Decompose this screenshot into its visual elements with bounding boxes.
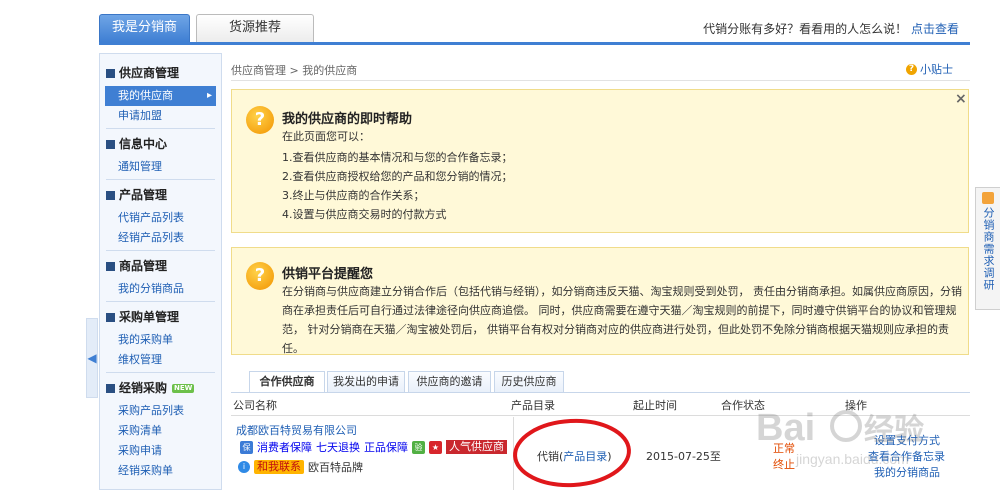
top-promo: 代销分账有多好？看看用的人怎么说！ 点击查看 [703,20,959,37]
sidebar-group-title: 商品管理 [119,259,168,273]
help-box-supplier: ? 我的供应商的即时帮助 在此页面您可以： 1.查看供应商的基本情况和与您的合作… [231,89,969,233]
help-line: 2.查看供应商授权给您的产品和您分销的情况； [282,170,513,183]
sidebar: 供应商管理 我的供应商 申请加盟 信息中心 通知管理 产品管理 代销产品列表 经… [99,53,222,490]
sidebar-item-purchase-list[interactable]: 采购清单 [100,421,221,441]
sidebar-item-consign-products[interactable]: 代销产品列表 [100,208,221,228]
square-bullet-icon [106,139,115,149]
sidebar-group-title: 信息中心 [119,137,168,151]
question-icon: ? [246,262,274,290]
verified-icon: 验 [412,440,425,454]
sidebar-divider [106,179,215,180]
column-header-company: 公司名称 [233,399,277,412]
badge-popular-supplier: 人气供应商 [446,440,507,454]
sidebar-item-dealer-purchase-orders[interactable]: 经销采购单 [100,461,221,481]
column-header-actions: 操作 [845,399,867,412]
column-header-period: 起止时间 [633,399,677,412]
promo-link[interactable]: 点击查看 [911,22,959,36]
column-header-status: 合作状态 [721,399,765,412]
sub-tab-rule [231,392,970,393]
my-distribution-goods-link[interactable]: 我的分销商品 [874,464,940,480]
badge-genuine-guarantee[interactable]: 正品保障 [364,439,408,455]
sidebar-item-dealer-products[interactable]: 经销产品列表 [100,228,221,248]
help-line: 3.终止与供应商的合作关系； [282,189,425,202]
square-bullet-icon [106,68,115,78]
breadcrumb: 供应商管理 > 我的供应商 [231,62,357,78]
sidebar-item-my-suppliers[interactable]: 我的供应商 [105,86,216,106]
tab-source-recommend[interactable]: 货源推荐 [196,14,314,42]
breadcrumb-parent[interactable]: 供应商管理 [231,64,286,77]
sidebar-group-title: 供应商管理 [119,66,180,80]
sidebar-item-my-distribution-goods[interactable]: 我的分销商品 [100,279,221,299]
popular-icon: ★ [429,440,442,454]
sidebar-divider [106,301,215,302]
feedback-survey-tab[interactable]: 分销商需求调研 [975,187,1000,310]
close-help-button[interactable]: × [955,91,967,107]
chevron-left-icon: ◀ [87,351,97,365]
tab-supplier-invitations[interactable]: 供应商的邀请 [408,371,491,392]
tab-my-applications[interactable]: 我发出的申请 [327,371,405,392]
sidebar-group-purchase-orders: 采购单管理 我的采购单 维权管理 [100,304,221,373]
chat-icon: i [238,461,250,473]
service-badges: 保 消费者保障 七天退换 正品保障 验 ★ 人气供应商 [240,439,507,455]
sidebar-group-supplier: 供应商管理 我的供应商 申请加盟 [100,60,221,129]
sidebar-item-purchase-product-list[interactable]: 采购产品列表 [100,401,221,421]
sidebar-group-title: 产品管理 [119,188,168,202]
view-memo-link[interactable]: 查看合作备忘录 [868,448,945,464]
red-annotation-circle [513,418,631,488]
square-bullet-icon [106,383,115,393]
column-header-catalog: 产品目录 [511,399,555,412]
tab-partner-suppliers[interactable]: 合作供应商 [249,371,325,393]
tab-distributor[interactable]: 我是分销商 [99,14,190,42]
sidebar-divider [106,372,215,373]
sidebar-item-purchase-request[interactable]: 采购申请 [100,441,221,461]
square-bullet-icon [106,312,115,322]
sidebar-divider [106,128,215,129]
help-title: 我的供应商的即时帮助 [282,112,413,127]
help-intro: 在此页面您可以： [282,130,370,143]
company-name-link[interactable]: 成都欧百特贸易有限公司 [236,422,357,438]
tips-label: 小贴士 [920,63,953,76]
help-box-platform-reminder: ? 供销平台提醒您 在分销商与供应商建立分销合作后（包括代销与经销），如分销商违… [231,247,969,355]
badge-seven-day-return[interactable]: 七天退换 [316,439,360,455]
shield-icon: 保 [240,440,253,454]
promo-text: 代销分账有多好？看看用的人怎么说！ [703,22,908,36]
top-tab-rule [99,42,970,45]
sidebar-group-dealer-purchase: 经销采购 NEW 采购产品列表 采购清单 采购申请 经销采购单 [100,375,221,481]
feedback-label: 分销商需求调研 [982,207,995,291]
square-bullet-icon [106,190,115,200]
question-icon: ? [906,63,917,75]
question-icon: ? [246,106,274,134]
status-terminate[interactable]: 终止 [773,456,795,472]
contact-row: i 和我联系 欧百特品牌 [238,459,363,475]
breadcrumb-separator: > [289,64,299,77]
sidebar-divider [106,250,215,251]
help-line: 4.设置与供应商交易时的付款方式 [282,208,447,221]
sidebar-group-goods: 商品管理 我的分销商品 [100,253,221,302]
help-paragraph: 在分销商与供应商建立分销合作后（包括代销与经销），如分销商违反天猫、淘宝规则受到… [282,285,962,355]
survey-icon [982,192,994,204]
cooperation-period: 2015-07-25至 [646,450,721,463]
badge-consumer-protection[interactable]: 消费者保障 [257,439,312,455]
new-badge: NEW [172,383,195,393]
sidebar-group-title: 经销采购 [119,381,168,395]
help-line: 1.查看供应商的基本情况和与您的合作备忘录； [282,151,513,164]
sidebar-collapse-toggle[interactable]: ◀ [86,318,98,398]
breadcrumb-rule [231,80,970,81]
sidebar-item-rights-management[interactable]: 维权管理 [100,350,221,370]
tab-history-suppliers[interactable]: 历史供应商 [494,371,564,392]
sidebar-item-my-purchase-orders[interactable]: 我的采购单 [100,330,221,350]
sidebar-group-title: 采购单管理 [119,310,180,324]
sidebar-item-notifications[interactable]: 通知管理 [100,157,221,177]
sidebar-group-info: 信息中心 通知管理 [100,131,221,180]
tips-link[interactable]: ? 小贴士 [906,61,953,77]
contact-me-button[interactable]: 和我联系 [254,460,304,474]
help-title: 供销平台提醒您 [282,267,374,282]
status-normal: 正常 [773,442,795,455]
sidebar-group-products: 产品管理 代销产品列表 经销产品列表 [100,182,221,251]
sidebar-item-apply-join[interactable]: 申请加盟 [100,106,221,126]
square-bullet-icon [106,261,115,271]
breadcrumb-current: 我的供应商 [302,64,358,77]
brand-label: 欧百特品牌 [308,461,363,474]
set-payment-method-link[interactable]: 设置支付方式 [874,432,940,448]
